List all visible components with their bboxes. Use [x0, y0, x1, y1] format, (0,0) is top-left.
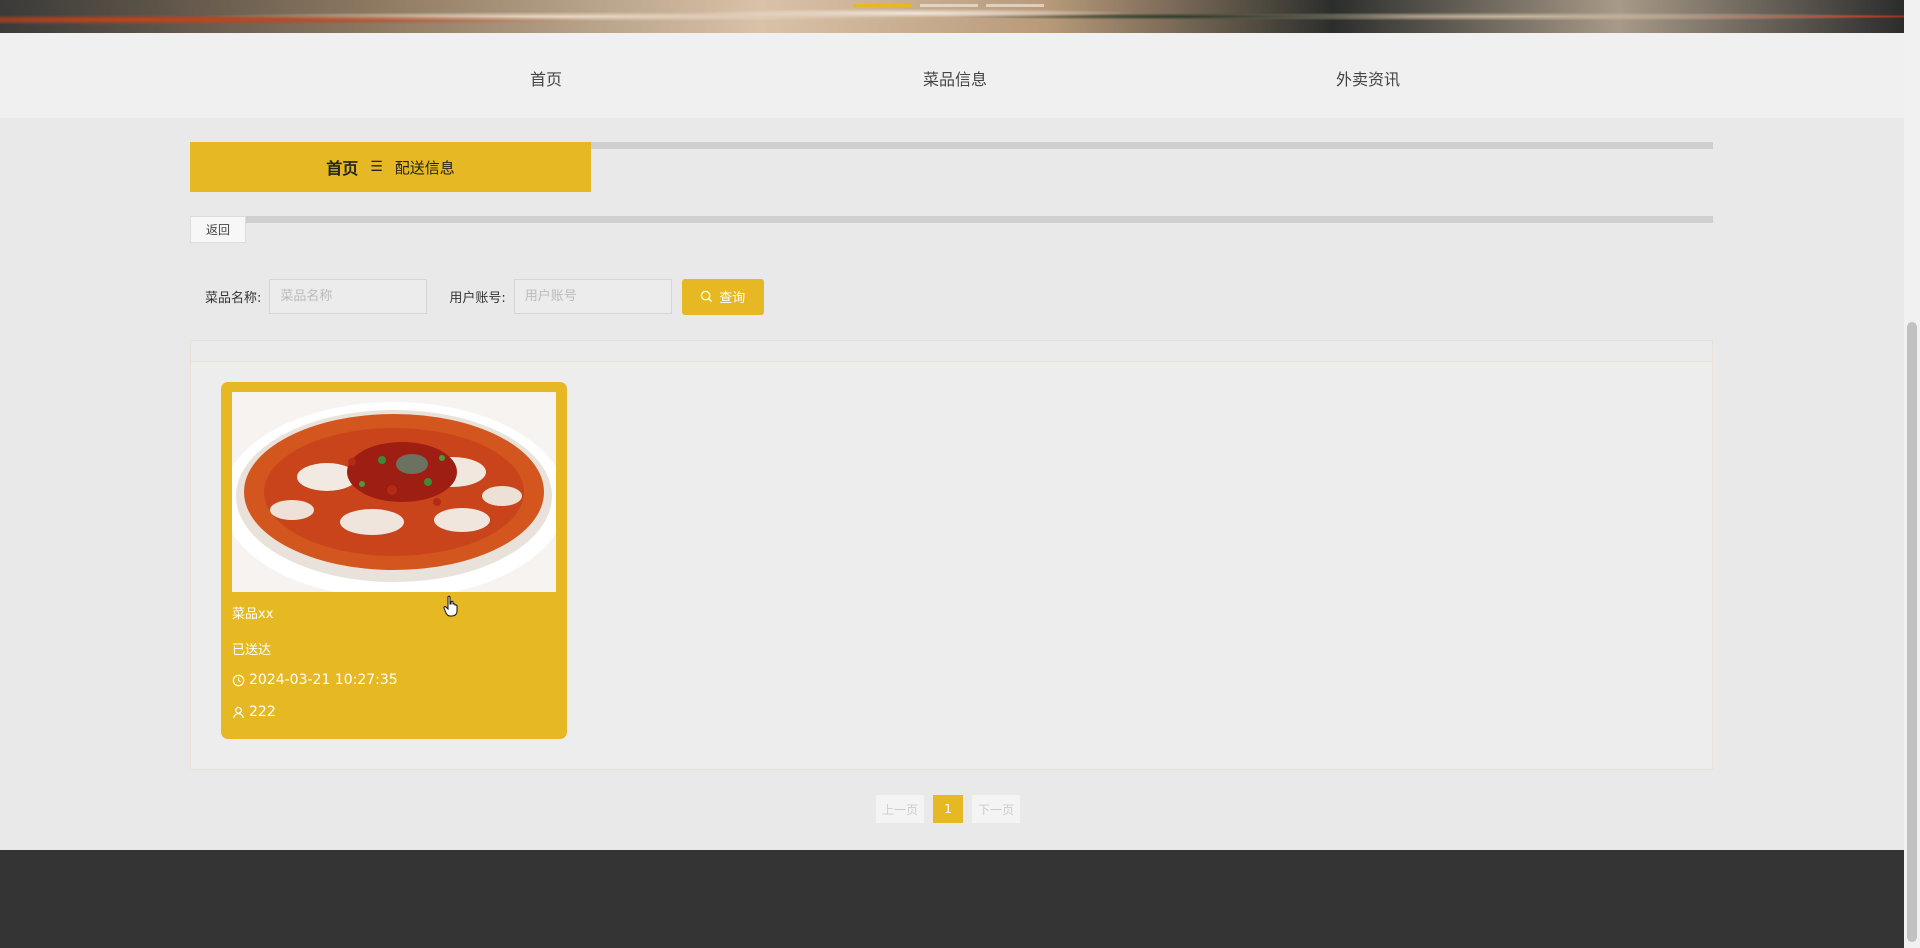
clock-icon	[232, 674, 245, 686]
top-nav: 首页 菜品信息 外卖资讯	[0, 33, 1904, 118]
dish-image	[232, 392, 556, 592]
nav-item-home[interactable]: 首页	[530, 66, 562, 90]
breadcrumb-bar: 首页 ☰ 配送信息	[190, 142, 1713, 192]
banner-indicator-2[interactable]	[920, 4, 978, 7]
status-badge: 已送达	[232, 643, 272, 658]
query-button[interactable]: 查询	[681, 278, 764, 315]
menu-icon: ☰	[370, 159, 383, 175]
dish-name-label: 菜品名称:	[205, 291, 262, 306]
pagination: 上一页 1 下一页	[876, 795, 1021, 823]
hand-cursor-icon	[443, 595, 458, 617]
prev-page-button[interactable]: 上一页	[876, 795, 925, 823]
panel-header	[191, 341, 1712, 362]
next-page-button[interactable]: 下一页	[972, 795, 1021, 823]
page: 首页 菜品信息 外卖资讯 首页 ☰ 配送信息 返回 菜品名称: 用户账号: 查询	[0, 0, 1920, 948]
scrollbar-thumb[interactable]	[1907, 322, 1917, 942]
page-number-current[interactable]: 1	[933, 795, 964, 823]
divider	[245, 216, 1713, 223]
back-button[interactable]: 返回	[190, 216, 246, 243]
divider	[590, 142, 1713, 149]
search-icon	[701, 290, 713, 303]
user-icon	[233, 706, 244, 718]
breadcrumb: 首页 ☰ 配送信息	[190, 142, 591, 192]
account-label: 用户账号:	[449, 291, 506, 306]
delivery-time: 2024-03-21 10:27:35	[232, 672, 398, 688]
nav-item-dishes[interactable]: 菜品信息	[923, 66, 987, 90]
banner-indicator-3[interactable]	[986, 4, 1044, 7]
dish-name-input[interactable]	[269, 279, 428, 314]
results-panel: 菜品xx 已送达 2024-03-21 10:27:35 222	[190, 340, 1713, 770]
search-form: 菜品名称: 用户账号: 查询	[205, 278, 764, 315]
user-account: 222	[232, 704, 276, 720]
delivery-card[interactable]: 菜品xx 已送达 2024-03-21 10:27:35 222	[221, 382, 567, 739]
query-button-label: 查询	[719, 291, 746, 306]
back-bar: 返回	[190, 216, 1713, 243]
breadcrumb-current: 配送信息	[394, 158, 455, 177]
banner-indicators	[854, 4, 1044, 7]
nav-item-news[interactable]: 外卖资讯	[1336, 66, 1400, 90]
hero-banner	[0, 0, 1904, 33]
delivery-time-text: 2024-03-21 10:27:35	[249, 672, 398, 688]
breadcrumb-home[interactable]: 首页	[326, 155, 358, 179]
account-input[interactable]	[513, 279, 672, 314]
scrollbar[interactable]	[1904, 0, 1920, 948]
dish-title: 菜品xx	[232, 607, 274, 622]
banner-indicator-1[interactable]	[854, 4, 912, 7]
footer	[0, 850, 1904, 948]
user-account-text: 222	[249, 704, 276, 720]
